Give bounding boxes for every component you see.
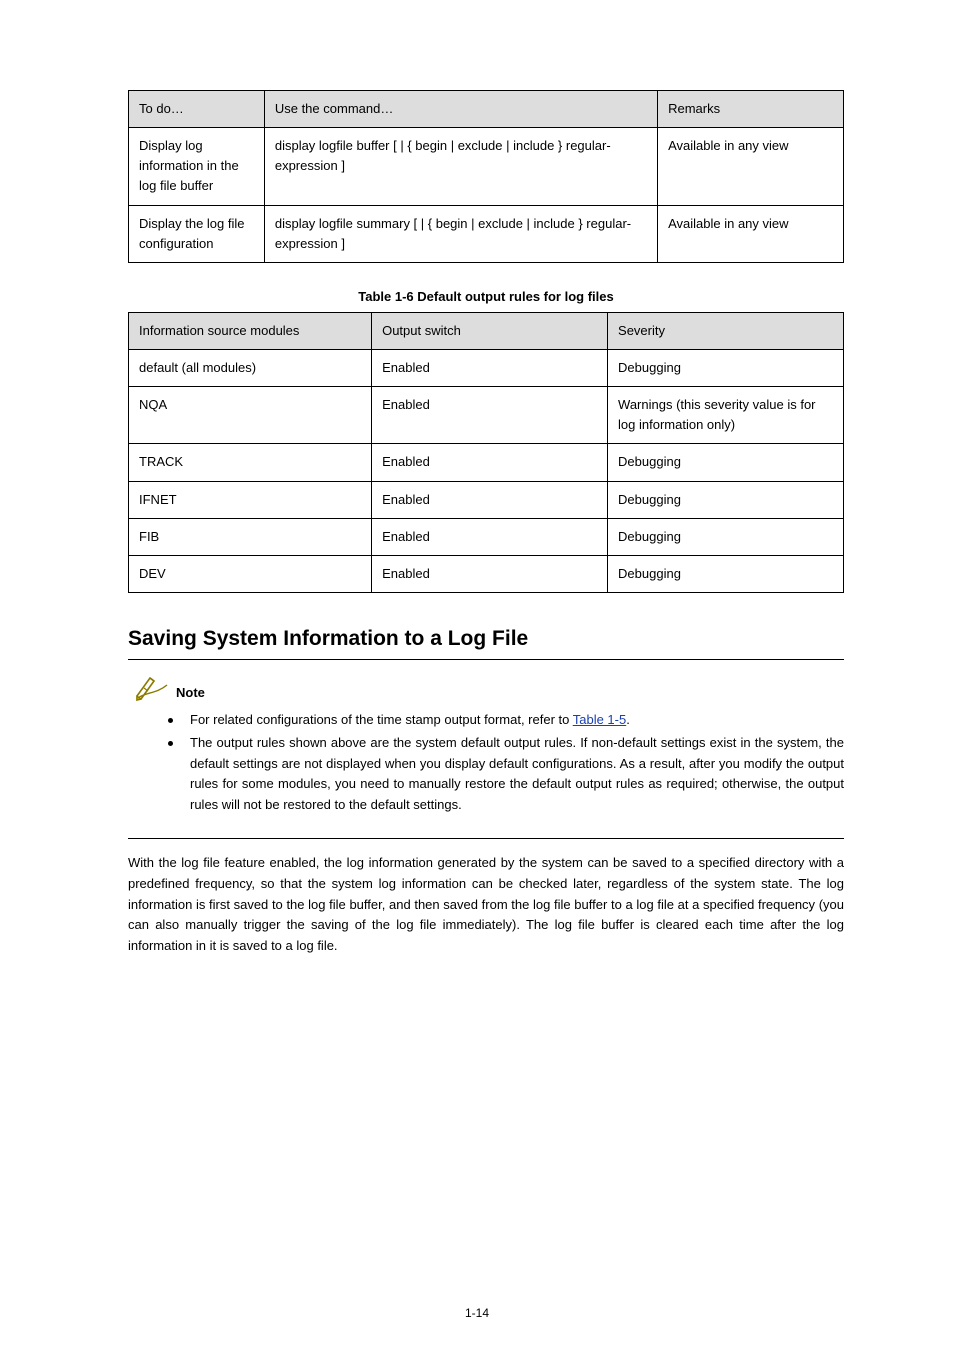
- table2-cell: Debugging: [608, 518, 844, 555]
- table2-cell: DEV: [129, 555, 372, 592]
- table-row: FIB Enabled Debugging: [129, 518, 844, 555]
- table1-header-command: Use the command…: [264, 91, 657, 128]
- body-paragraph: With the log file feature enabled, the l…: [128, 853, 844, 957]
- table2-header-severity: Severity: [608, 312, 844, 349]
- section-rule: [128, 659, 844, 660]
- table2-cell: default (all modules): [129, 349, 372, 386]
- table2-header-switch: Output switch: [372, 312, 608, 349]
- table2-cell: Debugging: [608, 349, 844, 386]
- table-row: default (all modules) Enabled Debugging: [129, 349, 844, 386]
- table2-cell: Debugging: [608, 481, 844, 518]
- table2-cell: Enabled: [372, 444, 608, 481]
- table2-header-modules: Information source modules: [129, 312, 372, 349]
- table1-cell: Available in any view: [658, 128, 844, 205]
- table-row: NQA Enabled Warnings (this severity valu…: [129, 387, 844, 444]
- note-item-pre: For related configurations of the time s…: [190, 712, 573, 727]
- table2-cell: Enabled: [372, 387, 608, 444]
- table2-cell: Warnings (this severity value is for log…: [608, 387, 844, 444]
- table1-header-todo: To do…: [129, 91, 265, 128]
- table2-cell: IFNET: [129, 481, 372, 518]
- table2-cell: Enabled: [372, 518, 608, 555]
- table-row: DEV Enabled Debugging: [129, 555, 844, 592]
- table-row: TRACK Enabled Debugging: [129, 444, 844, 481]
- note-pencil-icon: [134, 674, 170, 702]
- table-row: Display the log file configuration displ…: [129, 205, 844, 262]
- table-row: Display log information in the log file …: [129, 128, 844, 205]
- note-item-post: .: [626, 712, 630, 727]
- table2-cell: Debugging: [608, 444, 844, 481]
- list-item: The output rules shown above are the sys…: [168, 733, 844, 816]
- page-number: 1-14: [0, 1306, 954, 1320]
- table1-cell: Display the log file configuration: [129, 205, 265, 262]
- table1-cell: Display log information in the log file …: [129, 128, 265, 205]
- table2-cell: Enabled: [372, 555, 608, 592]
- table2-caption: Table 1-6 Default output rules for log f…: [128, 289, 844, 304]
- table2-cell: FIB: [129, 518, 372, 555]
- output-rules-table: Information source modules Output switch…: [128, 312, 844, 593]
- table1-header-remarks: Remarks: [658, 91, 844, 128]
- table2-cell: Debugging: [608, 555, 844, 592]
- note-block: Note For related configurations of the t…: [128, 674, 844, 816]
- note-bottom-rule: [128, 838, 844, 839]
- list-item: For related configurations of the time s…: [168, 710, 844, 731]
- note-label: Note: [176, 685, 205, 702]
- table2-cell: Enabled: [372, 481, 608, 518]
- table1-cell: Available in any view: [658, 205, 844, 262]
- command-reference-table: To do… Use the command… Remarks Display …: [128, 90, 844, 263]
- table2-cell: Enabled: [372, 349, 608, 386]
- table1-cell: display logfile summary [ | { begin | ex…: [264, 205, 657, 262]
- table-row: IFNET Enabled Debugging: [129, 481, 844, 518]
- note-link-table[interactable]: Table 1-5: [573, 712, 626, 727]
- section-heading: Saving System Information to a Log File: [128, 627, 844, 651]
- table2-cell: TRACK: [129, 444, 372, 481]
- table1-cell: display logfile buffer [ | { begin | exc…: [264, 128, 657, 205]
- table2-cell: NQA: [129, 387, 372, 444]
